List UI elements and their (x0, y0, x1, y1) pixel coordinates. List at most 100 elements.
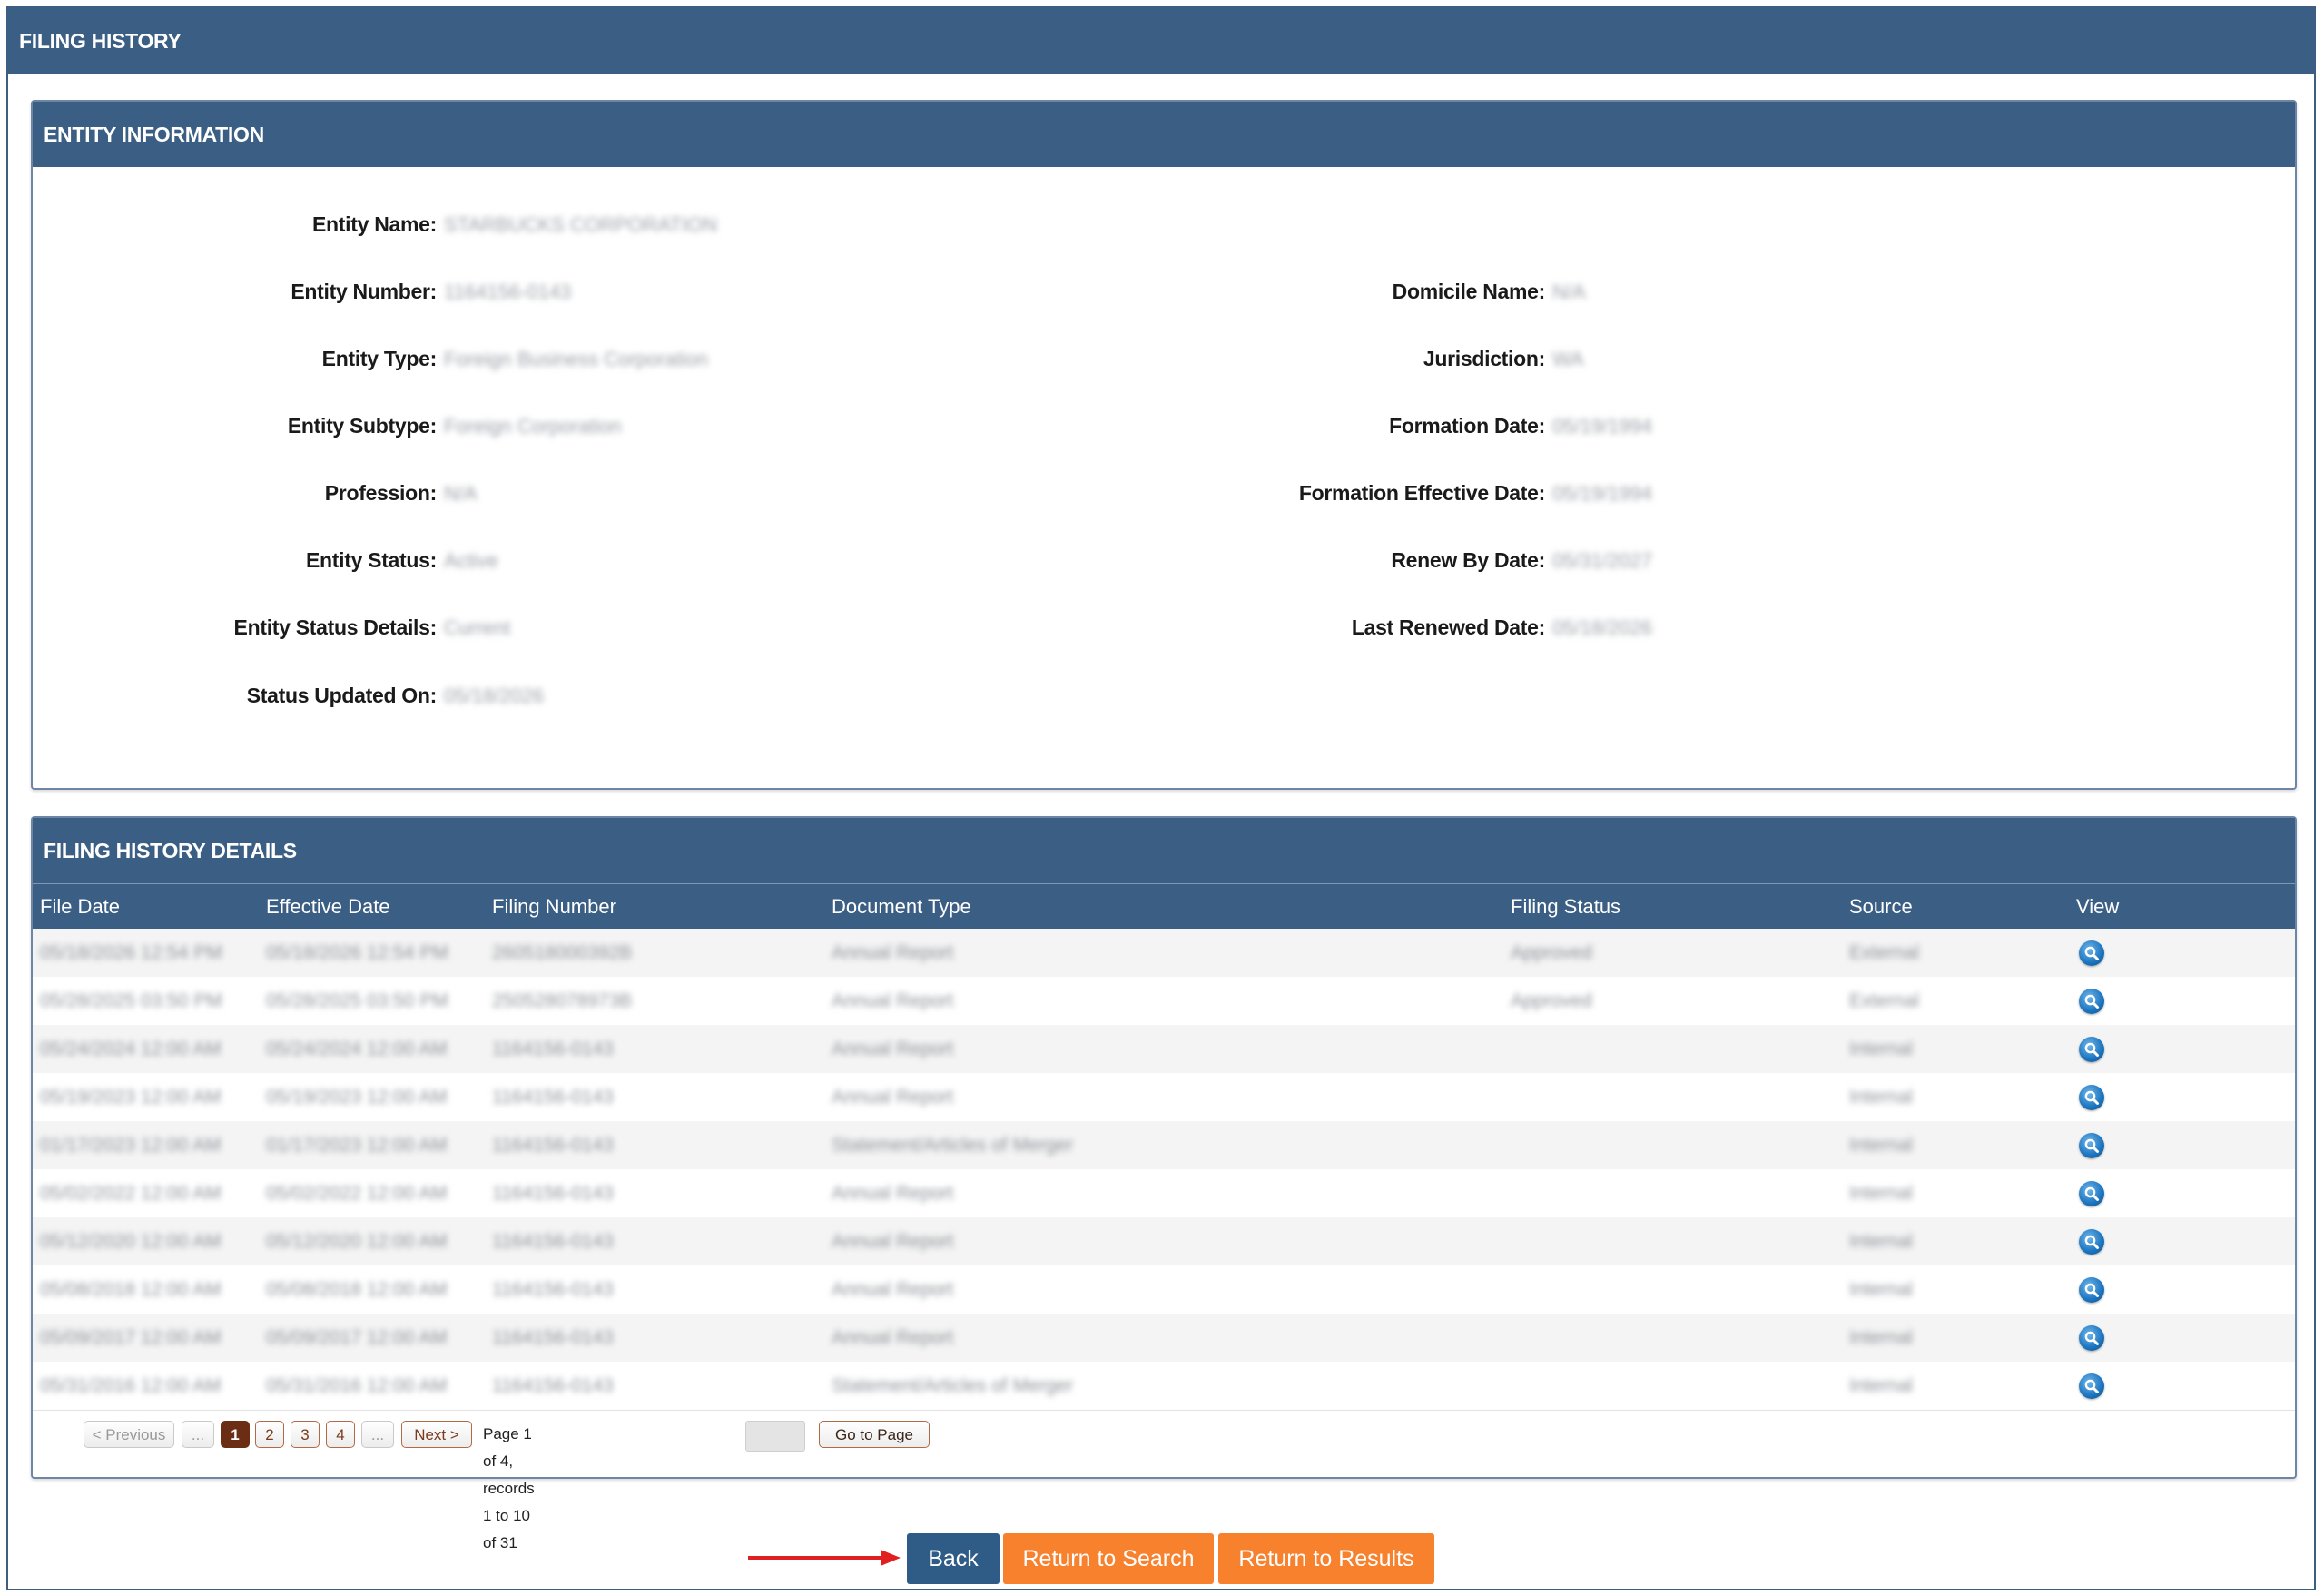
entity-type-value: Foreign Business Corporation (444, 348, 709, 370)
back-button[interactable]: Back (907, 1533, 1000, 1584)
entity-number-value: 1164156-0143 (444, 281, 572, 303)
view-magnifier-icon[interactable] (2079, 1229, 2104, 1255)
view-magnifier-icon[interactable] (2079, 1085, 2104, 1110)
entity-subtype-label: Entity Subtype: (287, 414, 437, 438)
col-source[interactable]: Source (1849, 884, 1913, 930)
next-page-button[interactable]: Next > (401, 1421, 472, 1448)
entity-subtype-value: Foreign Corporation (444, 415, 622, 438)
domicile-name-value: N/A (1552, 281, 1586, 303)
file-date-cell: 05/31/2016 12:00 AM (40, 1375, 222, 1396)
profession-label: Profession: (324, 481, 438, 505)
document-type-cell: Annual Report (832, 1279, 954, 1300)
entity-information-title: ENTITY INFORMATION (33, 102, 2295, 167)
view-magnifier-icon[interactable] (2079, 940, 2104, 966)
col-effective-date[interactable]: Effective Date (266, 884, 390, 930)
source-cell: External (1849, 990, 1920, 1011)
view-magnifier-icon[interactable] (2079, 1373, 2104, 1399)
file-date-cell: 05/19/2023 12:00 AM (40, 1087, 222, 1108)
document-type-cell: Annual Report (832, 1039, 954, 1059)
col-document-type[interactable]: Document Type (832, 884, 971, 930)
source-cell: External (1849, 942, 1920, 963)
source-cell: Internal (1849, 1279, 1914, 1300)
go-to-page-button[interactable]: Go to Page (819, 1421, 930, 1448)
formation-date-label: Formation Date: (1389, 414, 1545, 438)
domicile-name-label: Domicile Name: (1392, 280, 1546, 303)
page-3-button[interactable]: 3 (290, 1421, 320, 1448)
jurisdiction-value: WA (1552, 348, 1584, 370)
effective-date-cell: 05/18/2026 12:54 PM (266, 942, 448, 963)
document-type-cell: Statement/Articles of Merger (832, 1375, 1074, 1396)
effective-date-cell: 01/17/2023 12:00 AM (266, 1135, 448, 1156)
effective-date-cell: 05/12/2020 12:00 AM (266, 1231, 448, 1252)
entity-number-label: Entity Number: (290, 280, 437, 303)
page-2-button[interactable]: 2 (255, 1421, 284, 1448)
col-file-date[interactable]: File Date (40, 884, 120, 930)
view-magnifier-icon[interactable] (2079, 1037, 2104, 1062)
entity-status-label: Entity Status: (305, 548, 437, 572)
view-magnifier-icon[interactable] (2079, 1325, 2104, 1351)
filing-number-cell: 250528078973B (492, 990, 633, 1011)
document-type-cell: Annual Report (832, 1183, 954, 1204)
filing-number-cell: 1164156-0143 (492, 1279, 614, 1300)
filing-status-cell: Approved (1511, 990, 1592, 1011)
source-cell: Internal (1849, 1087, 1914, 1108)
table-row: 05/09/2017 12:00 AM 05/09/2017 12:00 AM 11… (33, 1314, 2295, 1363)
source-cell: Internal (1849, 1327, 1914, 1348)
file-date-cell: 05/09/2017 12:00 AM (40, 1327, 222, 1348)
file-date-cell: 05/08/2018 12:00 AM (40, 1279, 222, 1300)
return-to-results-button[interactable]: Return to Results (1218, 1533, 1434, 1584)
view-magnifier-icon[interactable] (2079, 1181, 2104, 1206)
view-magnifier-icon[interactable] (2079, 1277, 2104, 1303)
source-cell: Internal (1849, 1183, 1914, 1204)
entity-type-label: Entity Type: (321, 347, 438, 370)
entity-name-label: Entity Name: (312, 212, 437, 236)
view-magnifier-icon[interactable] (2079, 989, 2104, 1014)
renew-by-date-label: Renew By Date: (1391, 548, 1545, 572)
page-4-button[interactable]: 4 (326, 1421, 355, 1448)
page-1-button[interactable]: 1 (221, 1421, 250, 1448)
filing-history-page: FILING HISTORY ENTITY INFORMATION Entity… (6, 6, 2316, 1590)
source-cell: Internal (1849, 1135, 1914, 1156)
document-type-cell: Annual Report (832, 990, 954, 1011)
file-date-cell: 05/18/2026 12:54 PM (40, 942, 222, 963)
filing-number-cell: 1164156-0143 (492, 1231, 614, 1252)
document-type-cell: Annual Report (832, 1231, 954, 1252)
effective-date-cell: 05/19/2023 12:00 AM (266, 1087, 448, 1108)
source-cell: Internal (1849, 1231, 1914, 1252)
entity-information-panel: ENTITY INFORMATION Entity Name: STARBUCK… (31, 100, 2297, 790)
file-date-cell: 05/28/2025 03:50 PM (40, 990, 222, 1011)
renew-by-date-value: 05/31/2027 (1552, 549, 1653, 572)
effective-date-cell: 05/24/2024 12:00 AM (266, 1039, 448, 1059)
status-updated-on-value: 05/18/2026 (444, 684, 545, 707)
jurisdiction-label: Jurisdiction: (1423, 347, 1545, 370)
table-row: 05/12/2020 12:00 AM 05/12/2020 12:00 AM 11… (33, 1217, 2295, 1266)
table-row: 05/08/2018 12:00 AM 05/08/2018 12:00 AM 11… (33, 1265, 2295, 1314)
last-renewed-date-value: 05/18/2026 (1552, 616, 1653, 639)
effective-date-cell: 05/31/2016 12:00 AM (266, 1375, 448, 1396)
pagination-ellipsis-left: ... (182, 1421, 214, 1448)
col-filing-number[interactable]: Filing Number (492, 884, 616, 930)
file-date-cell: 05/12/2020 12:00 AM (40, 1231, 222, 1252)
table-row: 05/19/2023 12:00 AM 05/19/2023 12:00 AM 11… (33, 1073, 2295, 1122)
table-row: 05/31/2016 12:00 AM 05/31/2016 12:00 AM 11… (33, 1362, 2295, 1411)
filing-number-cell: 1164156-0143 (492, 1183, 614, 1204)
filing-history-details-panel: FILING HISTORY DETAILS File Date Effecti… (31, 816, 2297, 1551)
table-row: 05/02/2022 12:00 AM 05/02/2022 12:00 AM 11… (33, 1169, 2295, 1218)
goto-page-input[interactable] (745, 1421, 805, 1452)
filing-history-details-title: FILING HISTORY DETAILS (33, 818, 2295, 883)
document-type-cell: Annual Report (832, 1327, 954, 1348)
formation-effective-date-value: 05/19/1994 (1552, 482, 1653, 505)
table-row: 05/18/2026 12:54 PM 05/18/2026 12:54 PM 26… (33, 929, 2295, 978)
entity-name-value: STARBUCKS CORPORATION (444, 213, 718, 236)
filing-number-cell: 1164156-0143 (492, 1087, 614, 1108)
return-to-search-button[interactable]: Return to Search (1003, 1533, 1214, 1584)
col-view: View (2076, 895, 2120, 918)
effective-date-cell: 05/08/2018 12:00 AM (266, 1279, 448, 1300)
col-filing-status[interactable]: Filing Status (1511, 884, 1620, 930)
effective-date-cell: 05/02/2022 12:00 AM (266, 1183, 448, 1204)
previous-page-button[interactable]: < Previous (84, 1421, 174, 1448)
filing-number-cell: 260518000392B (492, 942, 633, 963)
view-magnifier-icon[interactable] (2079, 1133, 2104, 1158)
status-updated-on-label: Status Updated On: (246, 684, 438, 707)
last-renewed-date-label: Last Renewed Date: (1351, 615, 1545, 639)
